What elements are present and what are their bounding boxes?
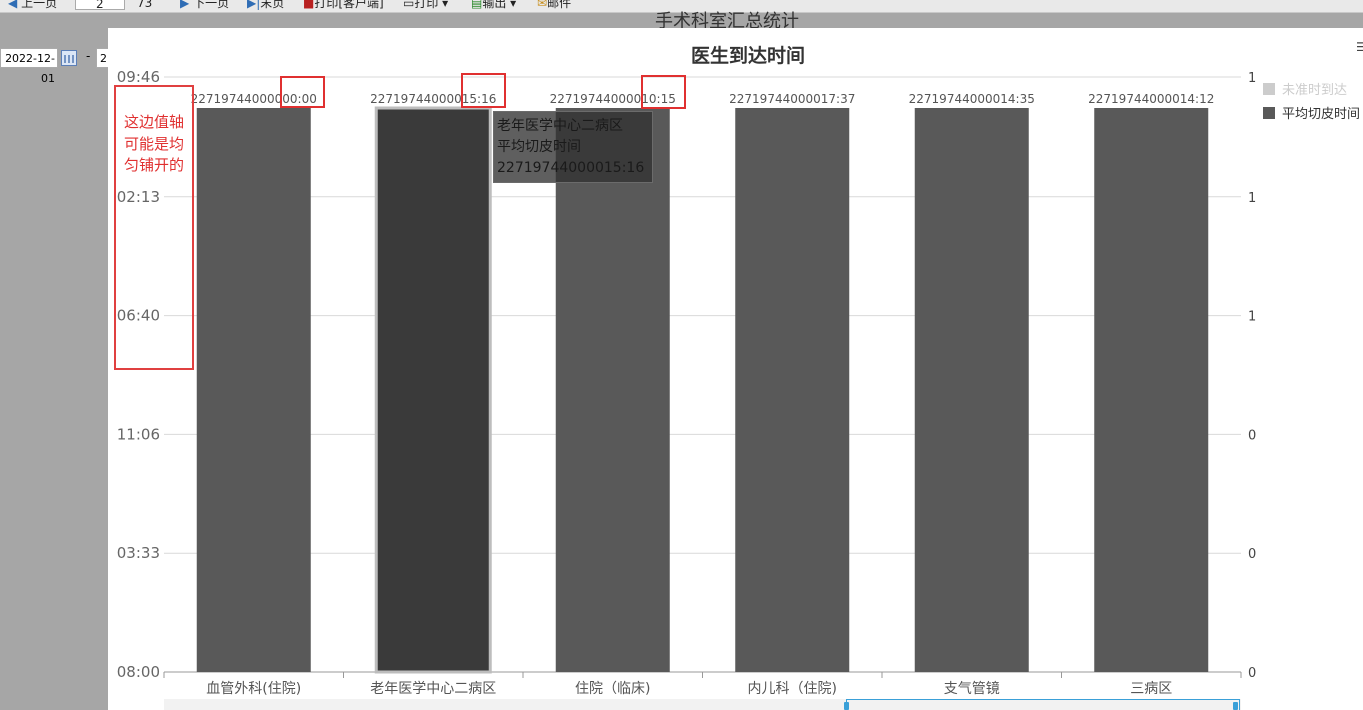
y-tick-label-right: 1	[1248, 191, 1256, 206]
scrollbar-selection[interactable]	[846, 699, 1240, 710]
legend-item-avg-incision[interactable]: 平均切皮时间	[1263, 107, 1360, 123]
bar	[914, 108, 1029, 672]
bar-data-label: 22719744000014:35	[909, 92, 1035, 106]
bar	[374, 106, 492, 674]
x-category-label: 三病区	[1130, 681, 1172, 697]
legend-swatch	[1263, 107, 1275, 119]
bar-data-label: 22719744000017:37	[729, 92, 855, 106]
annotation-note: 这边值轴可能是均匀铺开的	[124, 113, 185, 174]
bars	[196, 106, 1209, 674]
x-category-label: 血管外科(住院)	[206, 681, 301, 697]
y-tick-label-right: 1	[1248, 71, 1256, 86]
legend-swatch	[1263, 83, 1275, 95]
annotation-highlight-label-3	[641, 75, 686, 109]
scrollbar-handle-right[interactable]	[1233, 702, 1238, 710]
x-category-label: 支气管镜	[944, 681, 1000, 697]
chart-tooltip: 老年医学中心二病区 平均切皮时间 22719744000015:16	[493, 111, 653, 183]
y-tick-label-right: 0	[1248, 666, 1256, 681]
bar	[1094, 108, 1209, 672]
y-tick-label-left: 09:46	[117, 68, 160, 86]
x-axis-labels: 血管外科(住院) 老年医学中心二病区 住院（临床) 内儿科（住院) 支气管镜 三病区	[206, 681, 1172, 697]
bar	[735, 108, 850, 672]
x-category-label: 内儿科（住院)	[748, 681, 837, 697]
annotation-highlight-label-2	[461, 73, 506, 108]
y-tick-label-right: 1	[1248, 310, 1256, 325]
y-tick-label-left: 03:33	[117, 544, 160, 562]
tooltip-series: 平均切皮时间	[497, 139, 581, 155]
bar-data-label: 22719744000014:12	[1088, 92, 1214, 106]
y-tick-label-right: 0	[1248, 547, 1256, 562]
x-category-label: 住院（临床)	[575, 681, 650, 697]
data-labels: 22719744000000:00 22719744000015:16 227197…	[191, 92, 1215, 106]
x-category-label: 老年医学中心二病区	[370, 681, 496, 697]
tooltip-category: 老年医学中心二病区	[497, 118, 623, 134]
y-tick-label-left: 11:06	[117, 425, 160, 443]
annotation-highlight-label-1	[280, 76, 325, 108]
legend-item-late[interactable]: 未准时到达	[1263, 83, 1347, 99]
bar	[196, 108, 311, 672]
y-tick-label-right: 0	[1248, 428, 1256, 443]
y-tick-label-left: 08:00	[117, 663, 160, 681]
tooltip-value: 22719744000015:16	[497, 160, 645, 176]
scrollbar-handle-left[interactable]	[844, 702, 849, 710]
bar	[555, 108, 670, 672]
chart-title: 医生到达时间	[691, 44, 805, 67]
grid-lines	[163, 76, 1242, 678]
